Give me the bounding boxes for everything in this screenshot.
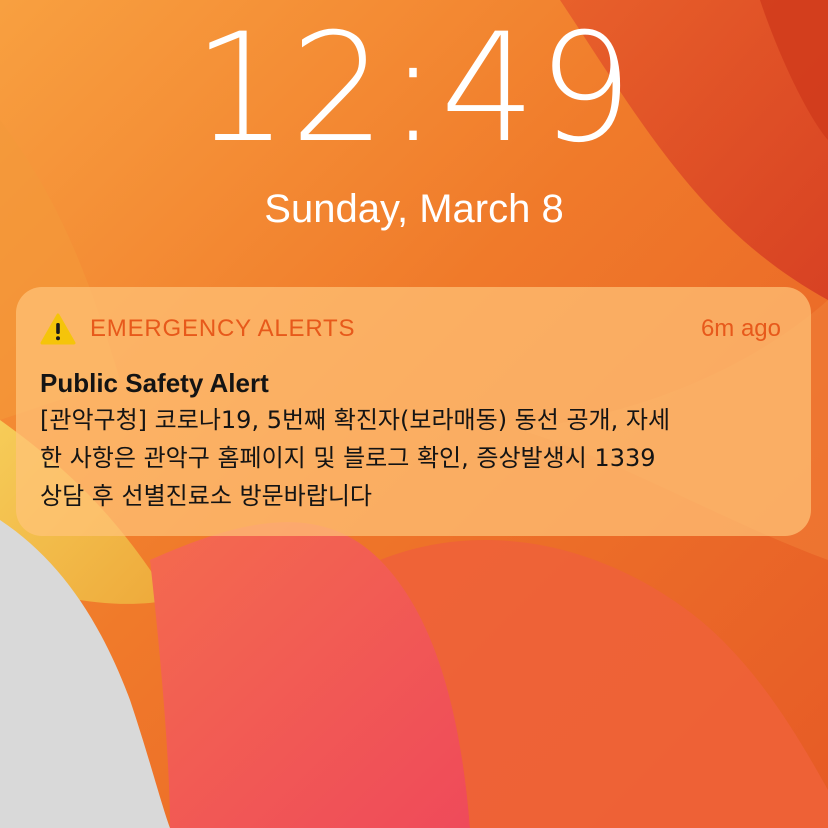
emergency-alert-notification[interactable]: EMERGENCY ALERTS 6m ago Public Safety Al… <box>16 287 811 536</box>
notification-body: [관악구청] 코로나19, 5번째 확진자(보라매동) 동선 공개, 자세 한 … <box>40 401 787 515</box>
lock-screen-time: 12:49 <box>192 2 636 176</box>
lock-screen-date: Sunday, March 8 <box>264 187 564 231</box>
notification-title: Public Safety Alert <box>40 368 269 398</box>
notification-body-line: [관악구청] 코로나19, 5번째 확진자(보라매동) 동선 공개, 자세 <box>40 406 671 434</box>
notification-body-line: 한 사항은 관악구 홈페이지 및 블로그 확인, 증상발생시 1339 <box>40 444 656 472</box>
notification-header: EMERGENCY ALERTS 6m ago <box>40 313 781 345</box>
notification-timestamp: 6m ago <box>700 315 781 342</box>
warning-icon <box>40 313 76 345</box>
notification-app-name: EMERGENCY ALERTS <box>90 315 356 342</box>
notification-body-line: 상담 후 선별진료소 방문바랍니다 <box>40 482 373 510</box>
